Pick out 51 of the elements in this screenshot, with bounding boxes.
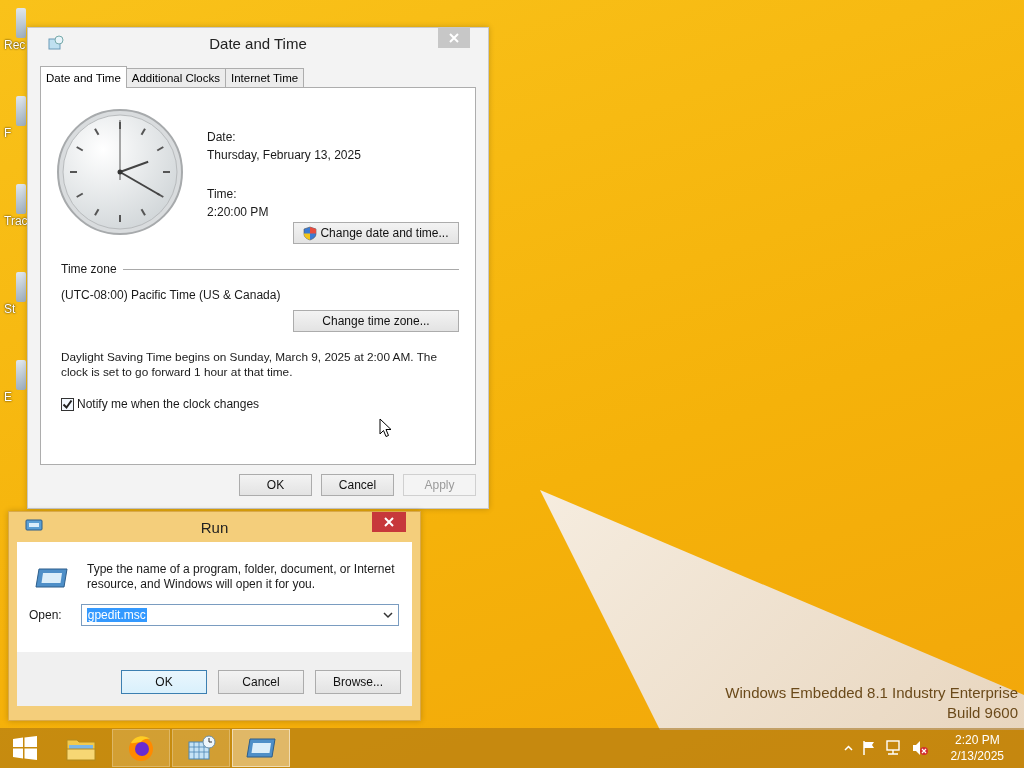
taskbar-calendar-clock-button[interactable]: [172, 729, 230, 767]
run-app-icon: [25, 519, 43, 531]
windows-logo-icon: [12, 735, 38, 761]
tab[interactable]: Additional Clocks: [125, 68, 226, 87]
desktop-shortcut-icon[interactable]: [16, 272, 26, 302]
desktop-shortcut-icon[interactable]: [16, 360, 26, 390]
time-value: 2:20:00 PM: [207, 204, 270, 221]
browser-icon: [126, 733, 156, 763]
close-icon: [449, 33, 459, 43]
close-icon: [384, 517, 394, 527]
shield-icon: [303, 225, 318, 241]
run-description: Type the name of a program, folder, document, or Internet resource, and Windows will open it for you.: [87, 562, 396, 592]
time-zone-value: (UTC-08:00) Pacific Time (US & Canada): [61, 288, 282, 302]
mouse-pointer-icon: [379, 418, 392, 438]
dialog-button[interactable]: Cancel: [321, 474, 394, 496]
desktop-shortcut-icon[interactable]: [16, 96, 26, 126]
dropdown-caret-icon[interactable]: [383, 611, 393, 619]
tab[interactable]: Internet Time: [225, 68, 305, 87]
dialog-button[interactable]: OK: [239, 474, 312, 496]
edition-text: Build 9600: [947, 703, 1018, 723]
selected-text: gpedit.msc: [86, 608, 147, 622]
change-date-time-button[interactable]: Change date and time...: [293, 222, 459, 244]
flag-icon[interactable]: [860, 740, 877, 756]
window-title: Date and Time: [209, 34, 307, 52]
notify-label[interactable]: Notify me when the clock changes: [77, 397, 260, 411]
notify-checkbox[interactable]: [61, 397, 74, 411]
close-button[interactable]: [372, 512, 406, 532]
taskbar-browser-button[interactable]: [112, 729, 170, 767]
speaker-muted-icon[interactable]: [910, 740, 929, 756]
tab[interactable]: Date and Time: [40, 66, 127, 88]
open-label: Open:: [29, 608, 62, 622]
calendar-clock-icon: [48, 35, 64, 51]
run-app-icon: [246, 737, 276, 759]
time-zone-heading: Time zone: [61, 262, 117, 276]
run-app-icon: [35, 566, 69, 590]
calendar-clock-icon: [186, 734, 216, 762]
edition-text: Windows Embedded 8.1 Industry Enterprise: [725, 683, 1018, 703]
date-value: Thursday, February 13, 2025: [207, 147, 361, 164]
time-label: Time:: [207, 186, 238, 203]
window-title: Run: [200, 518, 229, 536]
desktop-shortcut-icon[interactable]: [16, 184, 26, 214]
change-time-zone-button[interactable]: Change time zone...: [293, 310, 459, 332]
taskbar-run-button[interactable]: [232, 729, 290, 767]
daylight-saving-note: Daylight Saving Time begins on Sunday, March 9, 2025 at 2:00 AM. The clock is set to go forward 1 hour at that time.: [61, 350, 438, 380]
date-label: Date:: [207, 129, 237, 146]
show-hidden-icons-caret-icon[interactable]: [843, 745, 853, 751]
dialog-button[interactable]: Cancel: [218, 670, 304, 694]
dialog-button[interactable]: Browse...: [315, 670, 401, 694]
dialog-button[interactable]: OK: [121, 670, 207, 694]
desktop-shortcut-icon[interactable]: [16, 8, 26, 38]
network-icon[interactable]: [884, 740, 903, 756]
